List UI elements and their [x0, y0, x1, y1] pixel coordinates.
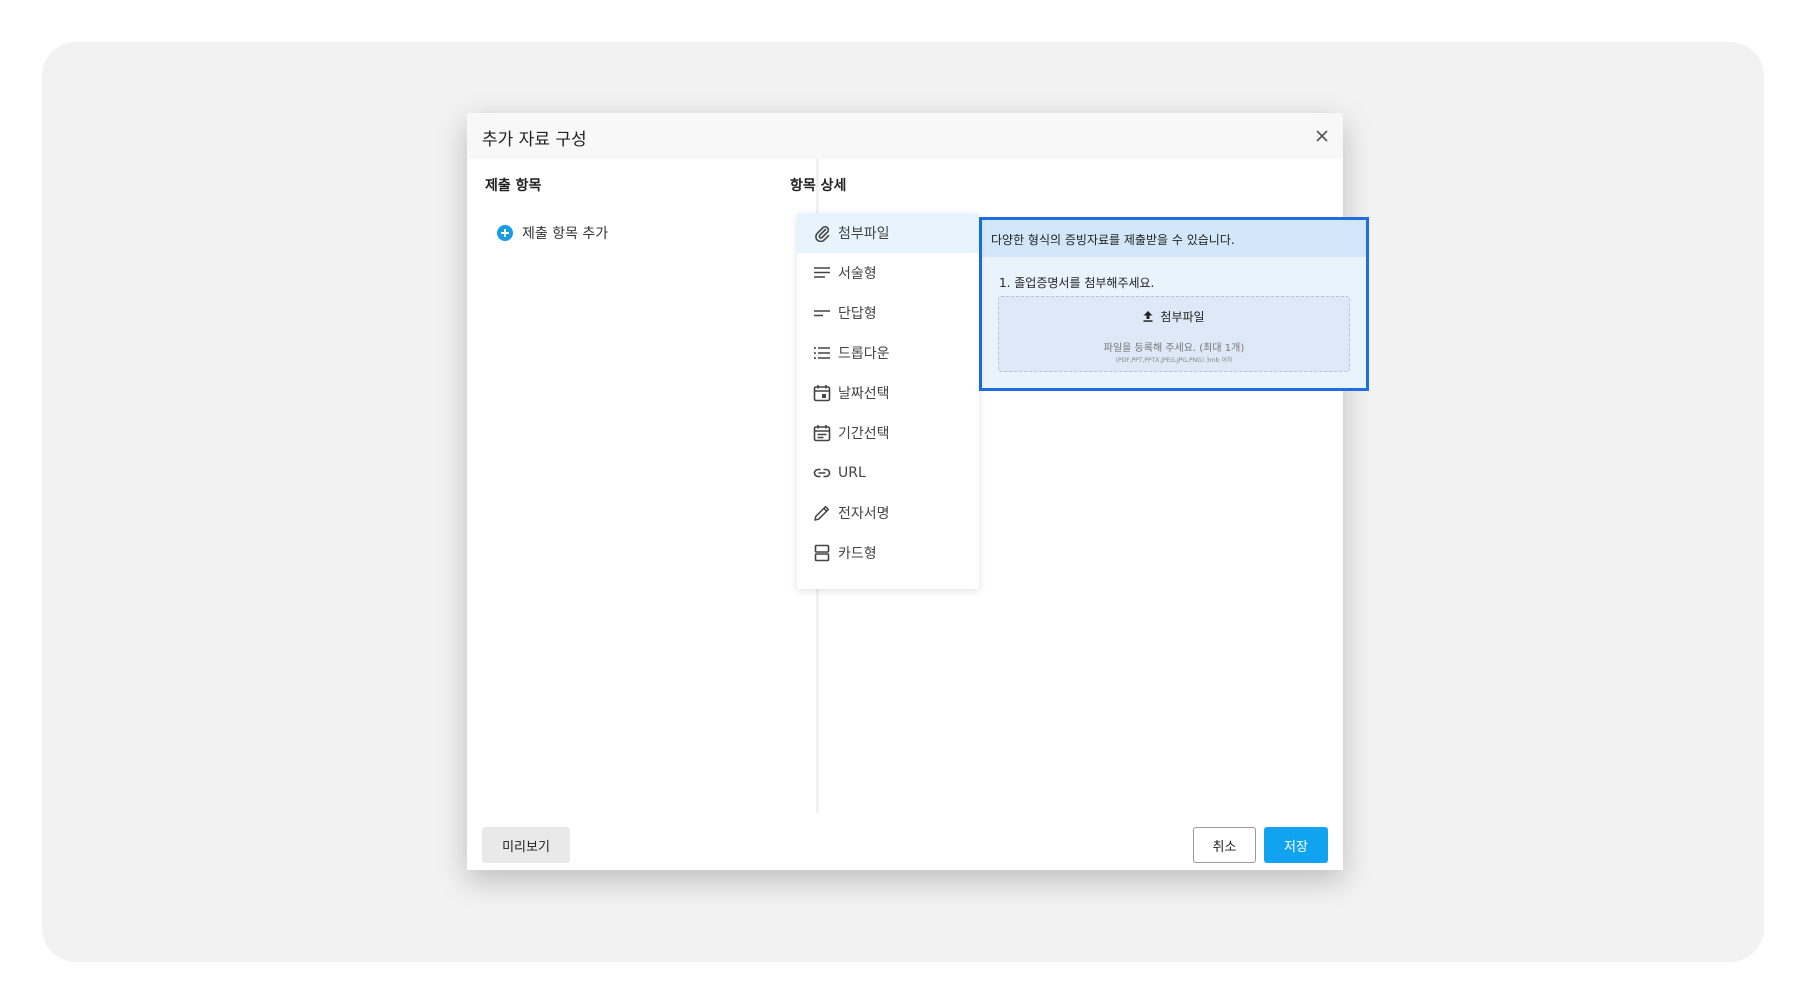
upload-icon	[1143, 311, 1153, 322]
preview-question: 1. 졸업증명서를 첨부해주세요.	[999, 276, 1155, 290]
dropdown-item-label: 서술형	[838, 266, 877, 282]
item-type-dropdown: 첨부파일 서술형 단답형 드롭다운 날짜선택 기간선택 URL 전자서명 카드형	[797, 213, 979, 589]
dropdown-item-dropdown[interactable]: 드롭다운	[797, 333, 979, 373]
preview-description: 다양한 형식의 증빙자료를 제출받을 수 있습니다.	[982, 220, 1366, 257]
file-upload-box[interactable]: 첨부파일 파일을 등록해 주세요. (최대 1개) (PDF,PPT,PPTX,…	[998, 296, 1350, 372]
calendar-icon	[813, 385, 831, 402]
plus-circle-icon	[497, 225, 513, 241]
item-preview-card: 다양한 형식의 증빙자료를 제출받을 수 있습니다. 1. 졸업증명서를 첨부해…	[979, 217, 1369, 391]
close-icon	[1316, 130, 1328, 142]
dropdown-item-label: 날짜선택	[838, 386, 890, 402]
list-icon	[814, 347, 830, 359]
paragraph-lines-icon	[814, 267, 830, 278]
upload-label-row: 첨부파일	[999, 308, 1349, 325]
modal-title: 추가 자료 구성	[482, 130, 587, 150]
preview-button[interactable]: 미리보기	[482, 827, 570, 863]
submission-items-title: 제출 항목	[485, 178, 542, 194]
dropdown-item-url[interactable]: URL	[797, 453, 979, 493]
submission-items-panel: 제출 항목 제출 항목 추가	[467, 159, 816, 809]
dropdown-item-label: 전자서명	[838, 506, 890, 522]
dropdown-item-card[interactable]: 카드형	[797, 533, 979, 573]
card-icon	[814, 544, 830, 562]
upload-label: 첨부파일	[1160, 310, 1205, 324]
calendar-range-icon	[813, 425, 831, 442]
dropdown-item-label: 첨부파일	[838, 226, 890, 242]
save-button[interactable]: 저장	[1264, 827, 1328, 863]
paperclip-icon	[815, 226, 830, 242]
add-submission-item-button[interactable]: 제출 항목 추가	[497, 223, 608, 243]
dropdown-item-label: URL	[838, 465, 866, 481]
dropdown-item-signature[interactable]: 전자서명	[797, 493, 979, 533]
dropdown-item-attachment[interactable]: 첨부파일	[797, 213, 979, 253]
cancel-button[interactable]: 취소	[1193, 827, 1256, 863]
dropdown-item-date[interactable]: 날짜선택	[797, 373, 979, 413]
upload-formats: (PDF,PPT,PPTX,JPEG,JPG,PNG) 3mb 이하	[1115, 357, 1233, 364]
pen-icon	[814, 505, 830, 521]
dropdown-item-label: 기간선택	[838, 426, 890, 442]
dropdown-item-long-text[interactable]: 서술형	[797, 253, 979, 293]
dropdown-item-short-text[interactable]: 단답형	[797, 293, 979, 333]
dropdown-item-label: 드롭다운	[838, 346, 890, 362]
short-text-icon	[814, 310, 830, 317]
dropdown-item-period[interactable]: 기간선택	[797, 413, 979, 453]
close-button[interactable]	[1311, 125, 1333, 147]
dropdown-item-label: 단답형	[838, 306, 877, 322]
upload-hint: 파일을 등록해 주세요. (최대 1개)	[1103, 343, 1245, 354]
item-detail-title: 항목 상세	[790, 178, 847, 194]
add-item-label: 제출 항목 추가	[522, 226, 609, 242]
dropdown-item-label: 카드형	[838, 546, 877, 562]
link-icon	[813, 468, 831, 478]
modal-header: 추가 자료 구성	[467, 113, 1343, 159]
